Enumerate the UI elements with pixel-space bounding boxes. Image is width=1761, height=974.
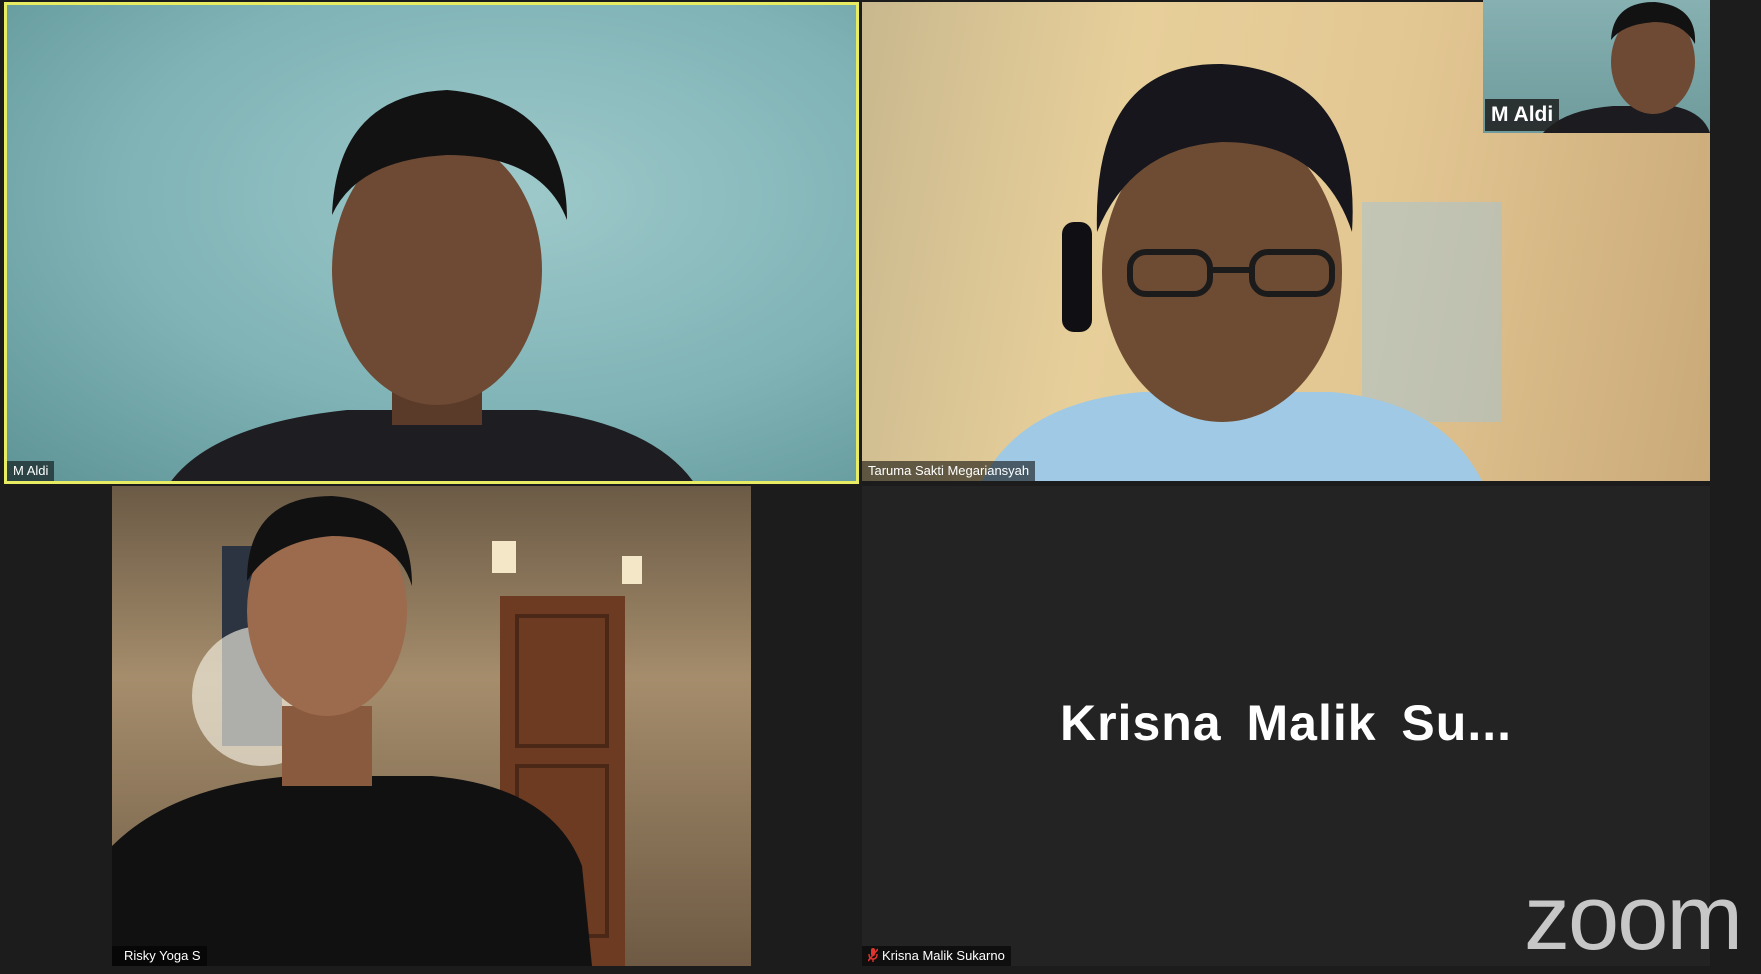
participant-name-label: Taruma Sakti Megariansyah [862, 461, 1036, 481]
participant-tile-risky[interactable]: Risky Yoga S [112, 486, 751, 966]
self-view-tile[interactable]: M Aldi [1483, 0, 1710, 133]
zoom-watermark: zoom [1524, 867, 1743, 969]
self-view-name-label: M Aldi [1485, 99, 1560, 131]
participant-name-label: Risky Yoga S [112, 946, 207, 966]
participant-video [112, 496, 642, 966]
participant-name-label: M Aldi [7, 461, 55, 481]
muted-microphone-icon [868, 948, 878, 962]
participant-tile-m-aldi[interactable]: M Aldi [4, 2, 859, 484]
participant-name-label-container: Krisna Malik Sukarno [862, 946, 1011, 966]
participant-video [171, 90, 693, 481]
participant-name-label: Krisna Malik Sukarno [882, 948, 1005, 963]
participant-display-name: Krisna Malik Su... [1059, 695, 1512, 751]
video-gallery: M Aldi Taruma Sakti Megariansyah Risky Y… [0, 0, 1761, 974]
